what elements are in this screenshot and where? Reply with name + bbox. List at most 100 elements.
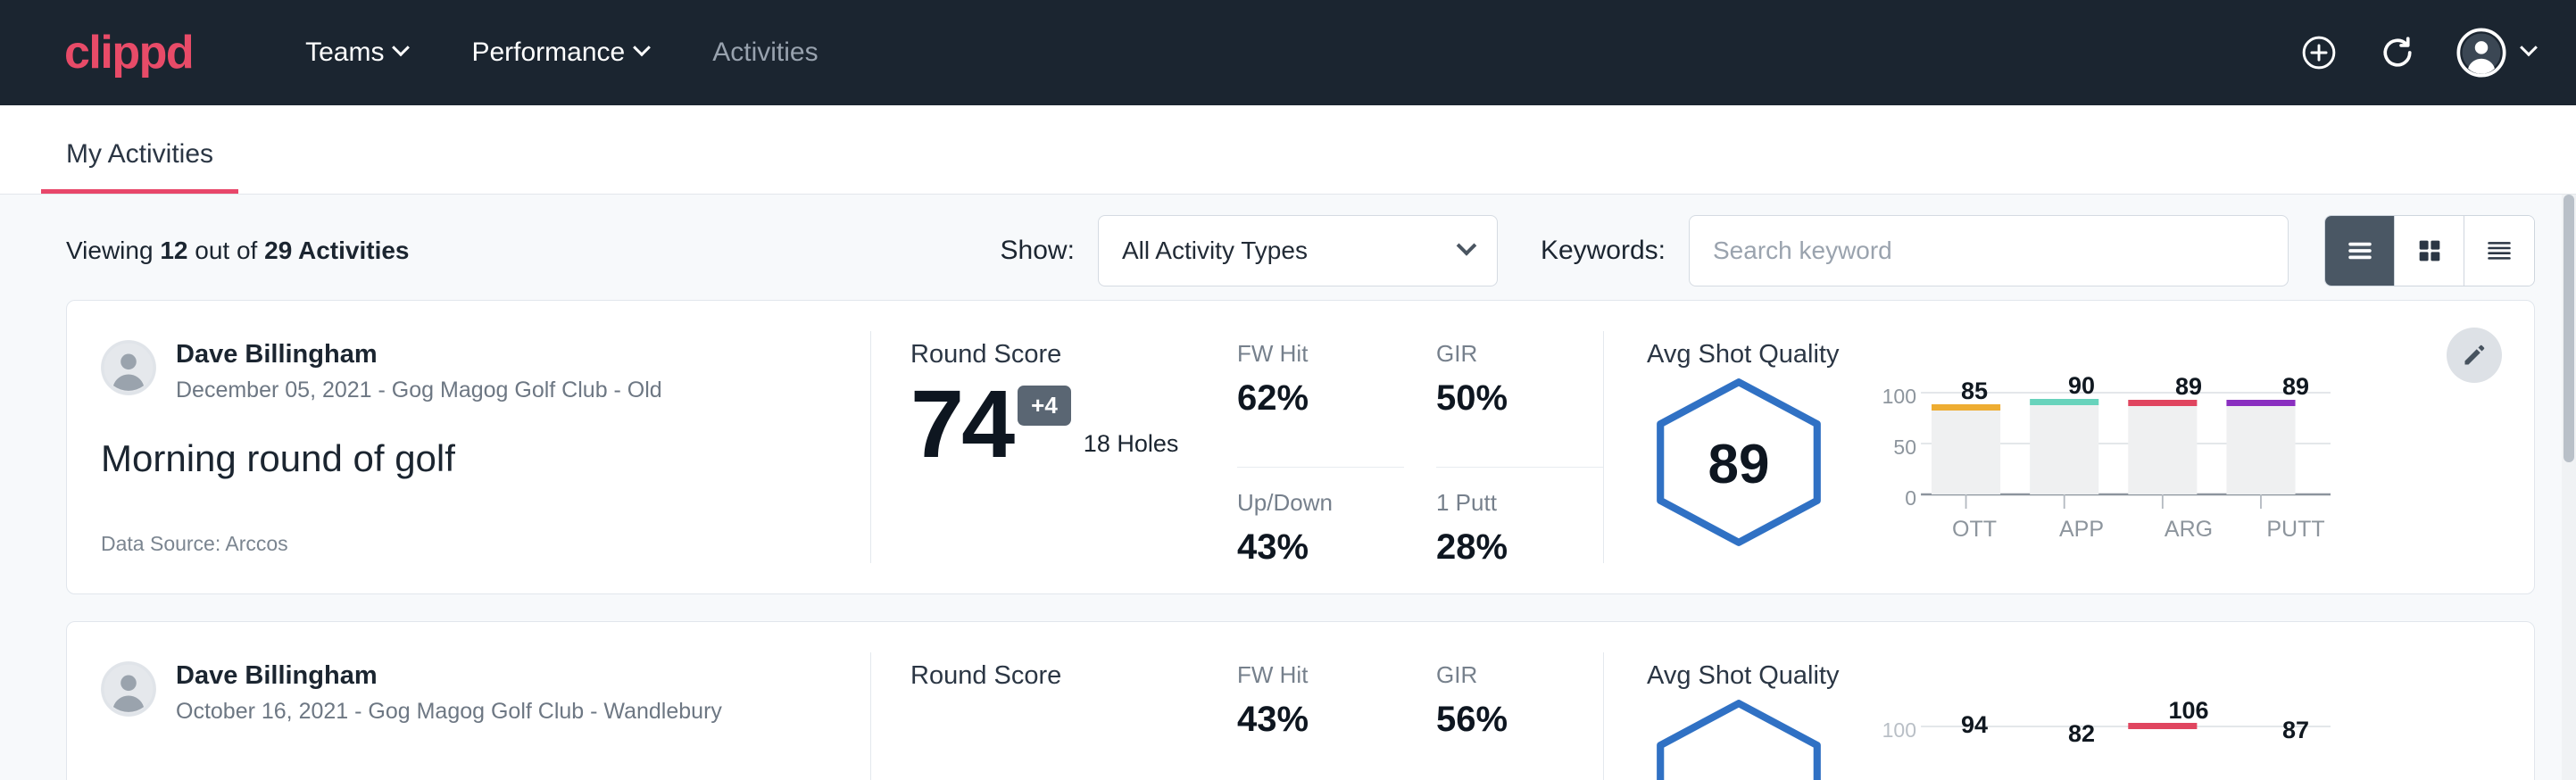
- quality-hexagon: 89: [1647, 375, 1831, 554]
- bar-label-ott: OTT: [1937, 517, 2012, 543]
- stat-gir: GIR 56%: [1436, 661, 1603, 780]
- nav-actions: [2299, 28, 2535, 78]
- stat-one-putt: 1 Putt 28%: [1436, 468, 1603, 594]
- activities-content: Viewing 12 out of 29 Activities Show: Al…: [0, 195, 2576, 780]
- stat-gir-value: 56%: [1436, 700, 1585, 740]
- tab-my-activities-label: My Activities: [66, 139, 213, 169]
- filter-toolbar: Viewing 12 out of 29 Activities Show: Al…: [0, 195, 2576, 300]
- bar-label-app: APP: [2044, 517, 2119, 543]
- round-score-label: Round Score: [910, 661, 1228, 691]
- keywords-label: Keywords:: [1541, 236, 1666, 266]
- chevron-down-icon: [2520, 38, 2538, 56]
- stat-up-down: Up/Down 43%: [1237, 468, 1404, 594]
- list-view-icon: [2345, 236, 2375, 266]
- shot-quality-bar-chart: 100 94 82 106 87: [1831, 696, 2331, 780]
- y-tick-0: 0: [1872, 486, 1916, 510]
- viewing-total: 29 Activities: [264, 236, 409, 264]
- stat-up-down-label: Up/Down: [1237, 489, 1386, 517]
- bar-label-arg: ARG: [2151, 517, 2226, 543]
- avg-shot-quality-value: 89: [1647, 375, 1831, 554]
- chevron-down-icon: [393, 38, 411, 56]
- y-tick-50: 50: [1872, 436, 1916, 460]
- stat-gir-label: GIR: [1436, 340, 1585, 368]
- nav-item-performance[interactable]: Performance: [439, 37, 680, 68]
- stat-one-putt-label: 1 Putt: [1436, 489, 1585, 517]
- stat-fw-hit-label: FW Hit: [1237, 340, 1386, 368]
- nav-item-performance-label: Performance: [471, 37, 625, 68]
- round-stats-grid: FW Hit 43% GIR 56%: [1228, 622, 1603, 780]
- app-logo[interactable]: clippd: [64, 29, 193, 76]
- view-mode-toggle-group: [2324, 215, 2535, 286]
- viewing-summary: Viewing 12 out of 29 Activities: [66, 236, 410, 265]
- stat-fw-hit-label: FW Hit: [1237, 661, 1386, 689]
- y-tick-100: 100: [1872, 385, 1916, 409]
- bar-value-app: 82: [2044, 720, 2119, 748]
- stat-fw-hit-value: 43%: [1237, 700, 1386, 740]
- activity-summary-column: Dave Billingham December 05, 2021 - Gog …: [67, 301, 870, 593]
- viewing-prefix: Viewing: [66, 236, 154, 264]
- round-score-label: Round Score: [910, 340, 1228, 369]
- stat-gir: GIR 50%: [1436, 340, 1603, 468]
- nav-item-teams[interactable]: Teams: [273, 37, 439, 68]
- activity-author: Dave Billingham December 05, 2021 - Gog …: [101, 340, 870, 403]
- list-view-button[interactable]: [2325, 216, 2395, 286]
- account-avatar[interactable]: [2456, 28, 2535, 78]
- nav-item-teams-label: Teams: [305, 37, 384, 68]
- activity-data-source: Data Source: Arccos: [101, 532, 288, 556]
- nav-item-activities-label: Activities: [712, 37, 818, 68]
- chevron-down-icon: [1457, 236, 1477, 256]
- person-icon: [101, 661, 156, 717]
- avg-shot-quality-column: Avg Shot Quality 89: [1604, 301, 2534, 593]
- score-over-par-badge: +4: [1018, 386, 1071, 426]
- stat-fw-hit: FW Hit 62%: [1237, 340, 1404, 468]
- bar-value-putt: 89: [2258, 373, 2333, 401]
- shot-quality-bar-chart: 100 50 0 85 90 89 89 OTT APP ARG: [1831, 375, 2331, 558]
- chevron-down-icon: [633, 38, 651, 56]
- activity-meta: October 16, 2021 - Gog Magog Golf Club -…: [176, 699, 722, 725]
- quality-hexagon: [1647, 696, 1831, 780]
- activity-type-select-value: All Activity Types: [1122, 236, 1308, 265]
- author-name: Dave Billingham: [176, 340, 662, 369]
- compact-view-button[interactable]: [2464, 216, 2534, 286]
- stat-fw-hit-value: 62%: [1237, 378, 1386, 419]
- pencil-icon: [2461, 342, 2488, 369]
- refresh-icon[interactable]: [2378, 33, 2417, 72]
- stat-up-down-value: 43%: [1237, 527, 1386, 568]
- stat-fw-hit: FW Hit 43%: [1237, 661, 1404, 780]
- compact-view-icon: [2484, 236, 2514, 266]
- avatar: [101, 661, 156, 717]
- main-nav-links: Teams Performance Activities: [273, 37, 850, 68]
- page-tab-bar: My Activities: [0, 105, 2576, 195]
- avatar: [101, 340, 156, 395]
- bar-value-app: 90: [2044, 372, 2119, 400]
- viewing-middle: out of: [195, 236, 257, 264]
- activity-summary-column: Dave Billingham October 16, 2021 - Gog M…: [67, 622, 870, 780]
- round-stats-grid: FW Hit 62% GIR 50% Up/Down 43% 1 Putt 28…: [1228, 301, 1603, 593]
- scrollbar-thumb[interactable]: [2564, 195, 2574, 462]
- viewing-count: 12: [160, 236, 187, 264]
- bar-label-putt: PUTT: [2258, 517, 2333, 543]
- round-score-column: Round Score 74 +4 18 Holes: [871, 301, 1228, 593]
- edit-activity-button[interactable]: [2447, 328, 2502, 383]
- tab-my-activities[interactable]: My Activities: [41, 139, 238, 194]
- round-score-value-row: 74 +4 18 Holes: [910, 378, 1228, 470]
- bar-value-ott: 94: [1937, 711, 2012, 739]
- activity-meta: December 05, 2021 - Gog Magog Golf Club …: [176, 378, 662, 403]
- bar-value-arg: 89: [2151, 373, 2226, 401]
- top-navigation-bar: clippd Teams Performance Activities: [0, 0, 2576, 105]
- stat-gir-label: GIR: [1436, 661, 1585, 689]
- activity-type-select[interactable]: All Activity Types: [1098, 215, 1498, 286]
- bar-value-putt: 87: [2258, 717, 2333, 744]
- avg-shot-quality-column: Avg Shot Quality 100: [1604, 622, 2534, 780]
- stat-gir-value: 50%: [1436, 378, 1585, 419]
- stat-one-putt-value: 28%: [1436, 527, 1585, 568]
- activity-card[interactable]: Dave Billingham October 16, 2021 - Gog M…: [66, 621, 2535, 780]
- search-input[interactable]: [1689, 215, 2289, 286]
- add-circle-icon[interactable]: [2299, 33, 2339, 72]
- vertical-scrollbar[interactable]: [2562, 195, 2576, 780]
- author-name: Dave Billingham: [176, 661, 722, 691]
- activity-card[interactable]: Dave Billingham December 05, 2021 - Gog …: [66, 300, 2535, 594]
- grid-view-button[interactable]: [2395, 216, 2464, 286]
- nav-item-activities[interactable]: Activities: [680, 37, 850, 68]
- show-label: Show:: [1001, 236, 1075, 266]
